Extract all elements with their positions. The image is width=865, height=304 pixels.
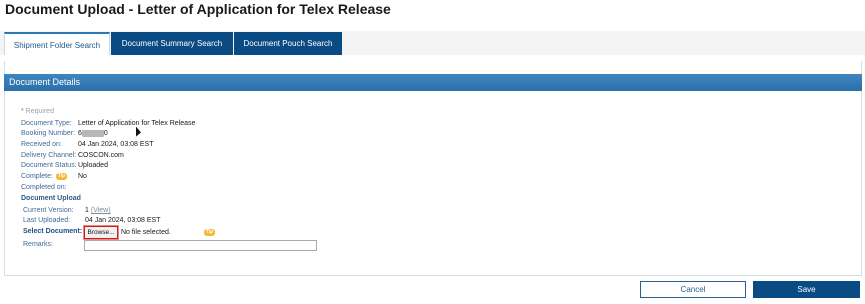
last-uploaded-value: 04 Jan 2024, 03:08 EST: [85, 217, 161, 224]
view-link[interactable]: (View): [91, 207, 111, 214]
complete-value: No: [78, 173, 87, 180]
booking-number-value: 60: [78, 129, 108, 139]
completed-on-label: Completed on:: [21, 184, 67, 191]
received-on-value: 04 Jan 2024, 03:08 EST: [78, 141, 154, 148]
booking-number-suffix: 0: [103, 130, 108, 137]
file-status-text: No file selected.: [121, 229, 171, 236]
document-status-value: Uploaded: [78, 162, 108, 169]
tab-document-summary-search[interactable]: Document Summary Search: [111, 32, 233, 55]
current-version-value-group: 1 (View): [85, 206, 111, 216]
booking-number-label: Booking Number:: [21, 130, 76, 137]
document-type-label: Document Type:: [21, 120, 72, 127]
browse-button[interactable]: Browse...: [83, 225, 119, 240]
last-uploaded-label: Last Uploaded:: [23, 217, 71, 224]
delivery-channel-label: Delivery Channel:: [21, 152, 77, 159]
required-note: * Required: [21, 108, 54, 115]
delivery-channel-value: COSCON.com: [78, 152, 124, 159]
select-document-label: Select Document:: [23, 228, 83, 235]
save-button[interactable]: Save: [753, 281, 860, 298]
panel-header: Document Details: [4, 74, 862, 91]
received-on-label: Received on:: [21, 141, 62, 148]
document-upload-section-title: Document Upload: [21, 195, 81, 202]
complete-label: Complete:: [21, 173, 53, 180]
required-text: Required: [25, 108, 55, 115]
tip-icon[interactable]: Tip: [204, 229, 215, 236]
current-version-label: Current Version:: [23, 207, 74, 214]
document-status-label: Document Status:: [21, 162, 77, 169]
tab-shipment-folder-search[interactable]: Shipment Folder Search: [4, 32, 110, 55]
tab-document-pouch-search[interactable]: Document Pouch Search: [234, 32, 342, 55]
redaction-mask: [81, 129, 104, 137]
select-document-label-group: Select Document: *: [23, 227, 87, 237]
remarks-label: Remarks:: [23, 241, 53, 248]
page-title: Document Upload - Letter of Application …: [5, 1, 391, 17]
complete-label-group: Complete: Tip: [21, 172, 67, 182]
tip-icon[interactable]: Tip: [55, 172, 67, 180]
remarks-input[interactable]: [84, 240, 317, 251]
current-version-value: 1: [85, 207, 89, 214]
cancel-button[interactable]: Cancel: [640, 281, 746, 298]
mouse-cursor-icon: [136, 126, 141, 140]
